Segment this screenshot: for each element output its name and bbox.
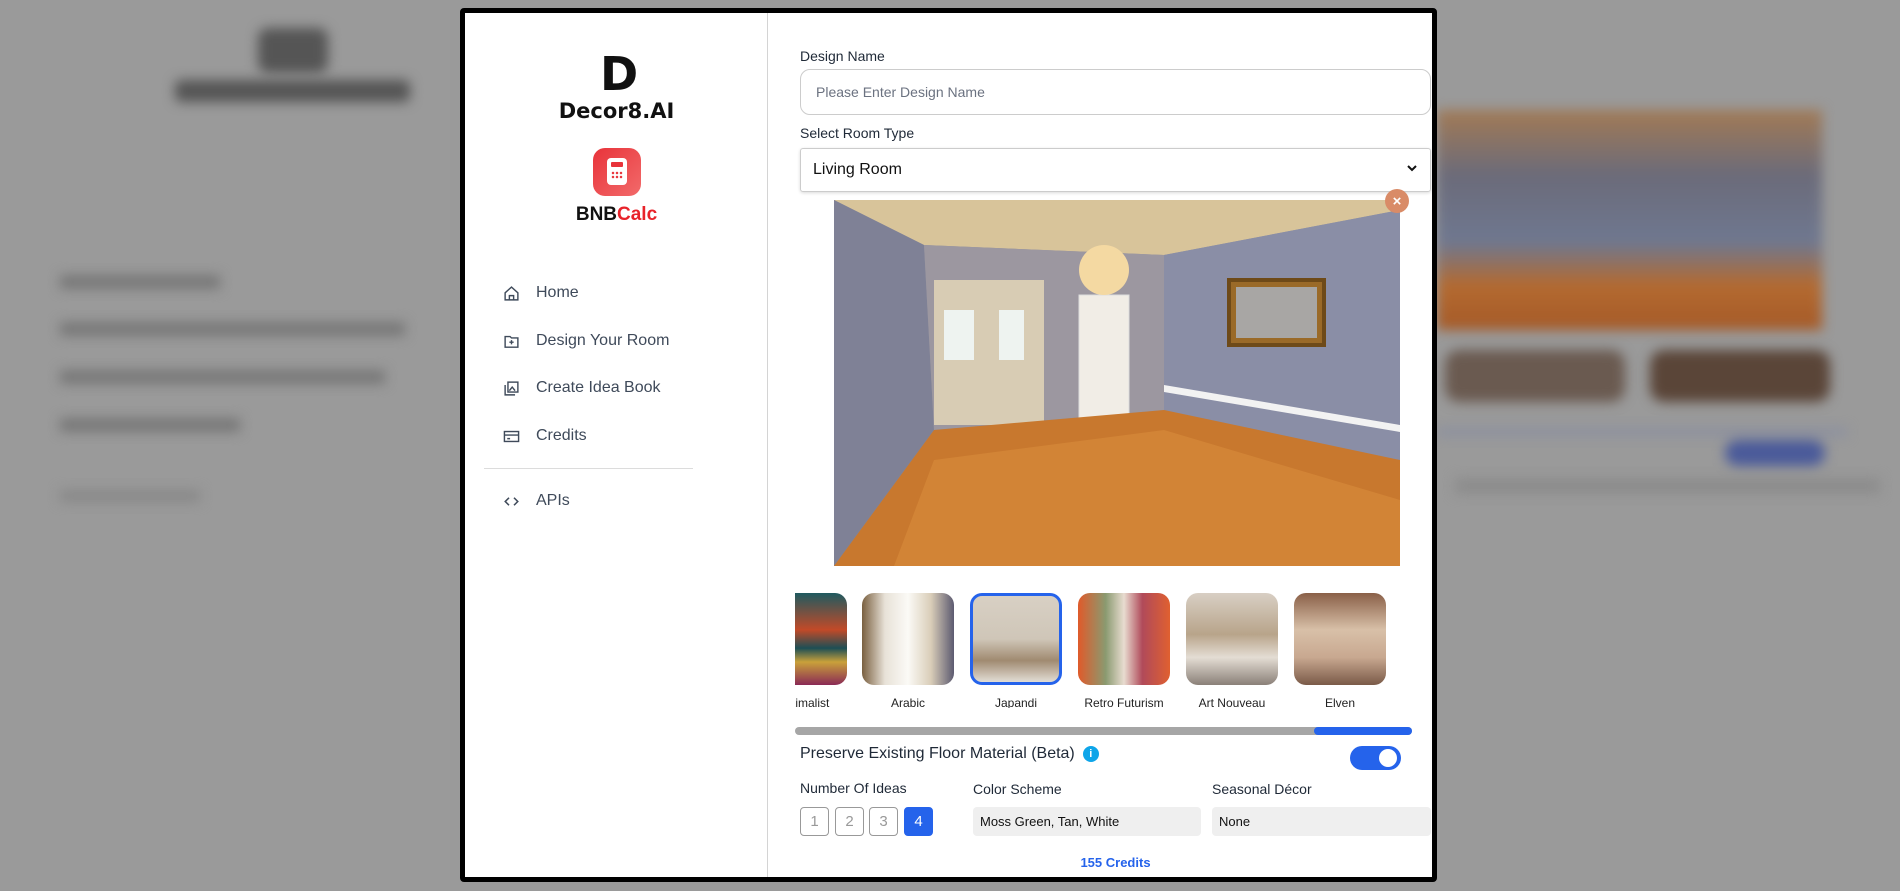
sidebar-item-label: Create Idea Book — [536, 379, 661, 396]
image-stack-icon — [501, 378, 521, 398]
color-scheme-select[interactable]: Moss Green, Tan, White — [973, 807, 1201, 836]
style-carousel: Maximalist Arabic Japandi Retro Futurism… — [795, 593, 1417, 708]
bg-field — [1455, 478, 1880, 494]
uploaded-room-photo — [834, 200, 1400, 566]
style-thumbnail — [1294, 593, 1386, 685]
credits-count[interactable]: 155 Credits — [800, 855, 1431, 870]
style-label: Arabic — [890, 696, 925, 708]
sidebar-item-label: Credits — [536, 427, 587, 444]
toggle-knob — [1379, 749, 1397, 767]
design-name-label: Design Name — [800, 48, 885, 64]
style-label: Japandi — [994, 696, 1038, 708]
bg-logo — [258, 28, 328, 73]
sidebar-item-apis[interactable]: APIs — [501, 491, 570, 511]
design-name-input[interactable]: Please Enter Design Name — [800, 69, 1431, 115]
room-type-select[interactable]: Living Room — [800, 148, 1431, 192]
bg-logo-text — [175, 80, 410, 102]
bg-photo — [1437, 110, 1822, 330]
style-option-japandi[interactable]: Japandi — [970, 593, 1062, 708]
preserve-floor-row: Preserve Existing Floor Material (Beta) … — [800, 745, 1099, 763]
sidebar-item-design-your-room[interactable]: Design Your Room — [501, 331, 669, 351]
bg-toggle — [1725, 440, 1825, 466]
bg-nav — [60, 490, 200, 502]
bg-thumb — [1650, 350, 1830, 402]
sidebar-divider — [484, 468, 693, 469]
num-ideas-label: Number Of Ideas — [800, 780, 907, 796]
calculator-icon[interactable] — [593, 148, 641, 196]
sidebar: D Decor8.AI BNBCalc Home Design Your Roo… — [465, 13, 768, 877]
sidebar-item-label: Design Your Room — [536, 332, 670, 349]
preserve-floor-toggle[interactable] — [1350, 746, 1401, 770]
style-label: Art Nouveau — [1198, 696, 1266, 708]
style-thumbnail — [1078, 593, 1170, 685]
sidebar-item-label: APIs — [536, 492, 570, 509]
bg-nav — [60, 418, 240, 432]
bg-thumb — [1445, 350, 1625, 402]
color-scheme-label: Color Scheme — [973, 781, 1062, 797]
style-option-maximalist[interactable]: Maximalist — [795, 593, 847, 708]
style-thumbnail — [970, 593, 1062, 685]
credit-card-icon — [501, 426, 521, 446]
sidebar-item-credits[interactable]: Credits — [501, 426, 587, 446]
num-ideas-option-1[interactable]: 1 — [800, 807, 829, 836]
preserve-floor-label: Preserve Existing Floor Material (Beta) — [800, 745, 1075, 762]
home-icon — [501, 283, 521, 303]
bg-nav — [60, 370, 385, 384]
sidebar-item-create-idea-book[interactable]: Create Idea Book — [501, 378, 661, 398]
folder-plus-icon — [501, 331, 521, 351]
code-icon — [501, 491, 521, 511]
num-ideas-option-3[interactable]: 3 — [869, 807, 898, 836]
room-type-label: Select Room Type — [800, 125, 915, 141]
sidebar-item-home[interactable]: Home — [501, 283, 579, 303]
style-option-retro-futurism[interactable]: Retro Futurism — [1078, 593, 1170, 708]
scrollbar-thumb[interactable] — [1314, 727, 1412, 735]
style-option-arabic[interactable]: Arabic — [862, 593, 954, 708]
seasonal-decor-select[interactable]: None — [1212, 807, 1431, 836]
design-modal: D Decor8.AI BNBCalc Home Design Your Roo… — [460, 8, 1437, 882]
style-thumbnail — [862, 593, 954, 685]
num-ideas-option-2[interactable]: 2 — [835, 807, 864, 836]
num-ideas-option-4[interactable]: 4 — [904, 807, 933, 836]
chevron-down-icon — [1406, 161, 1418, 179]
seasonal-decor-label: Seasonal Décor — [1212, 781, 1312, 797]
bg-scroll — [1437, 428, 1847, 436]
style-label: Retro Futurism — [1084, 696, 1164, 708]
style-label: Maximalist — [795, 696, 830, 708]
bg-nav — [60, 322, 405, 336]
style-option-elven[interactable]: Elven — [1294, 593, 1386, 708]
style-label: Elven — [1324, 696, 1356, 708]
style-thumbnail — [795, 593, 847, 685]
remove-photo-button[interactable]: × — [1385, 189, 1409, 213]
style-option-art-nouveau[interactable]: Art Nouveau — [1186, 593, 1278, 708]
info-icon[interactable]: i — [1082, 746, 1099, 762]
style-thumbnail — [1186, 593, 1278, 685]
sidebar-item-label: Home — [536, 284, 579, 301]
style-carousel-scrollbar[interactable] — [795, 727, 1412, 735]
decor8-brand-name[interactable]: Decor8.AI — [465, 99, 768, 123]
bnbcalc-brand-part2: Calc — [617, 204, 658, 225]
bnbcalc-brand-part1: BNB — [575, 204, 618, 225]
decor8-logo-mark: D — [600, 47, 638, 101]
design-form: Design Name Please Enter Design Name Sel… — [795, 13, 1432, 877]
room-type-value: Living Room — [813, 161, 902, 178]
bg-nav — [60, 275, 220, 289]
bnbcalc-brand[interactable]: BNBCalc — [465, 204, 768, 226]
